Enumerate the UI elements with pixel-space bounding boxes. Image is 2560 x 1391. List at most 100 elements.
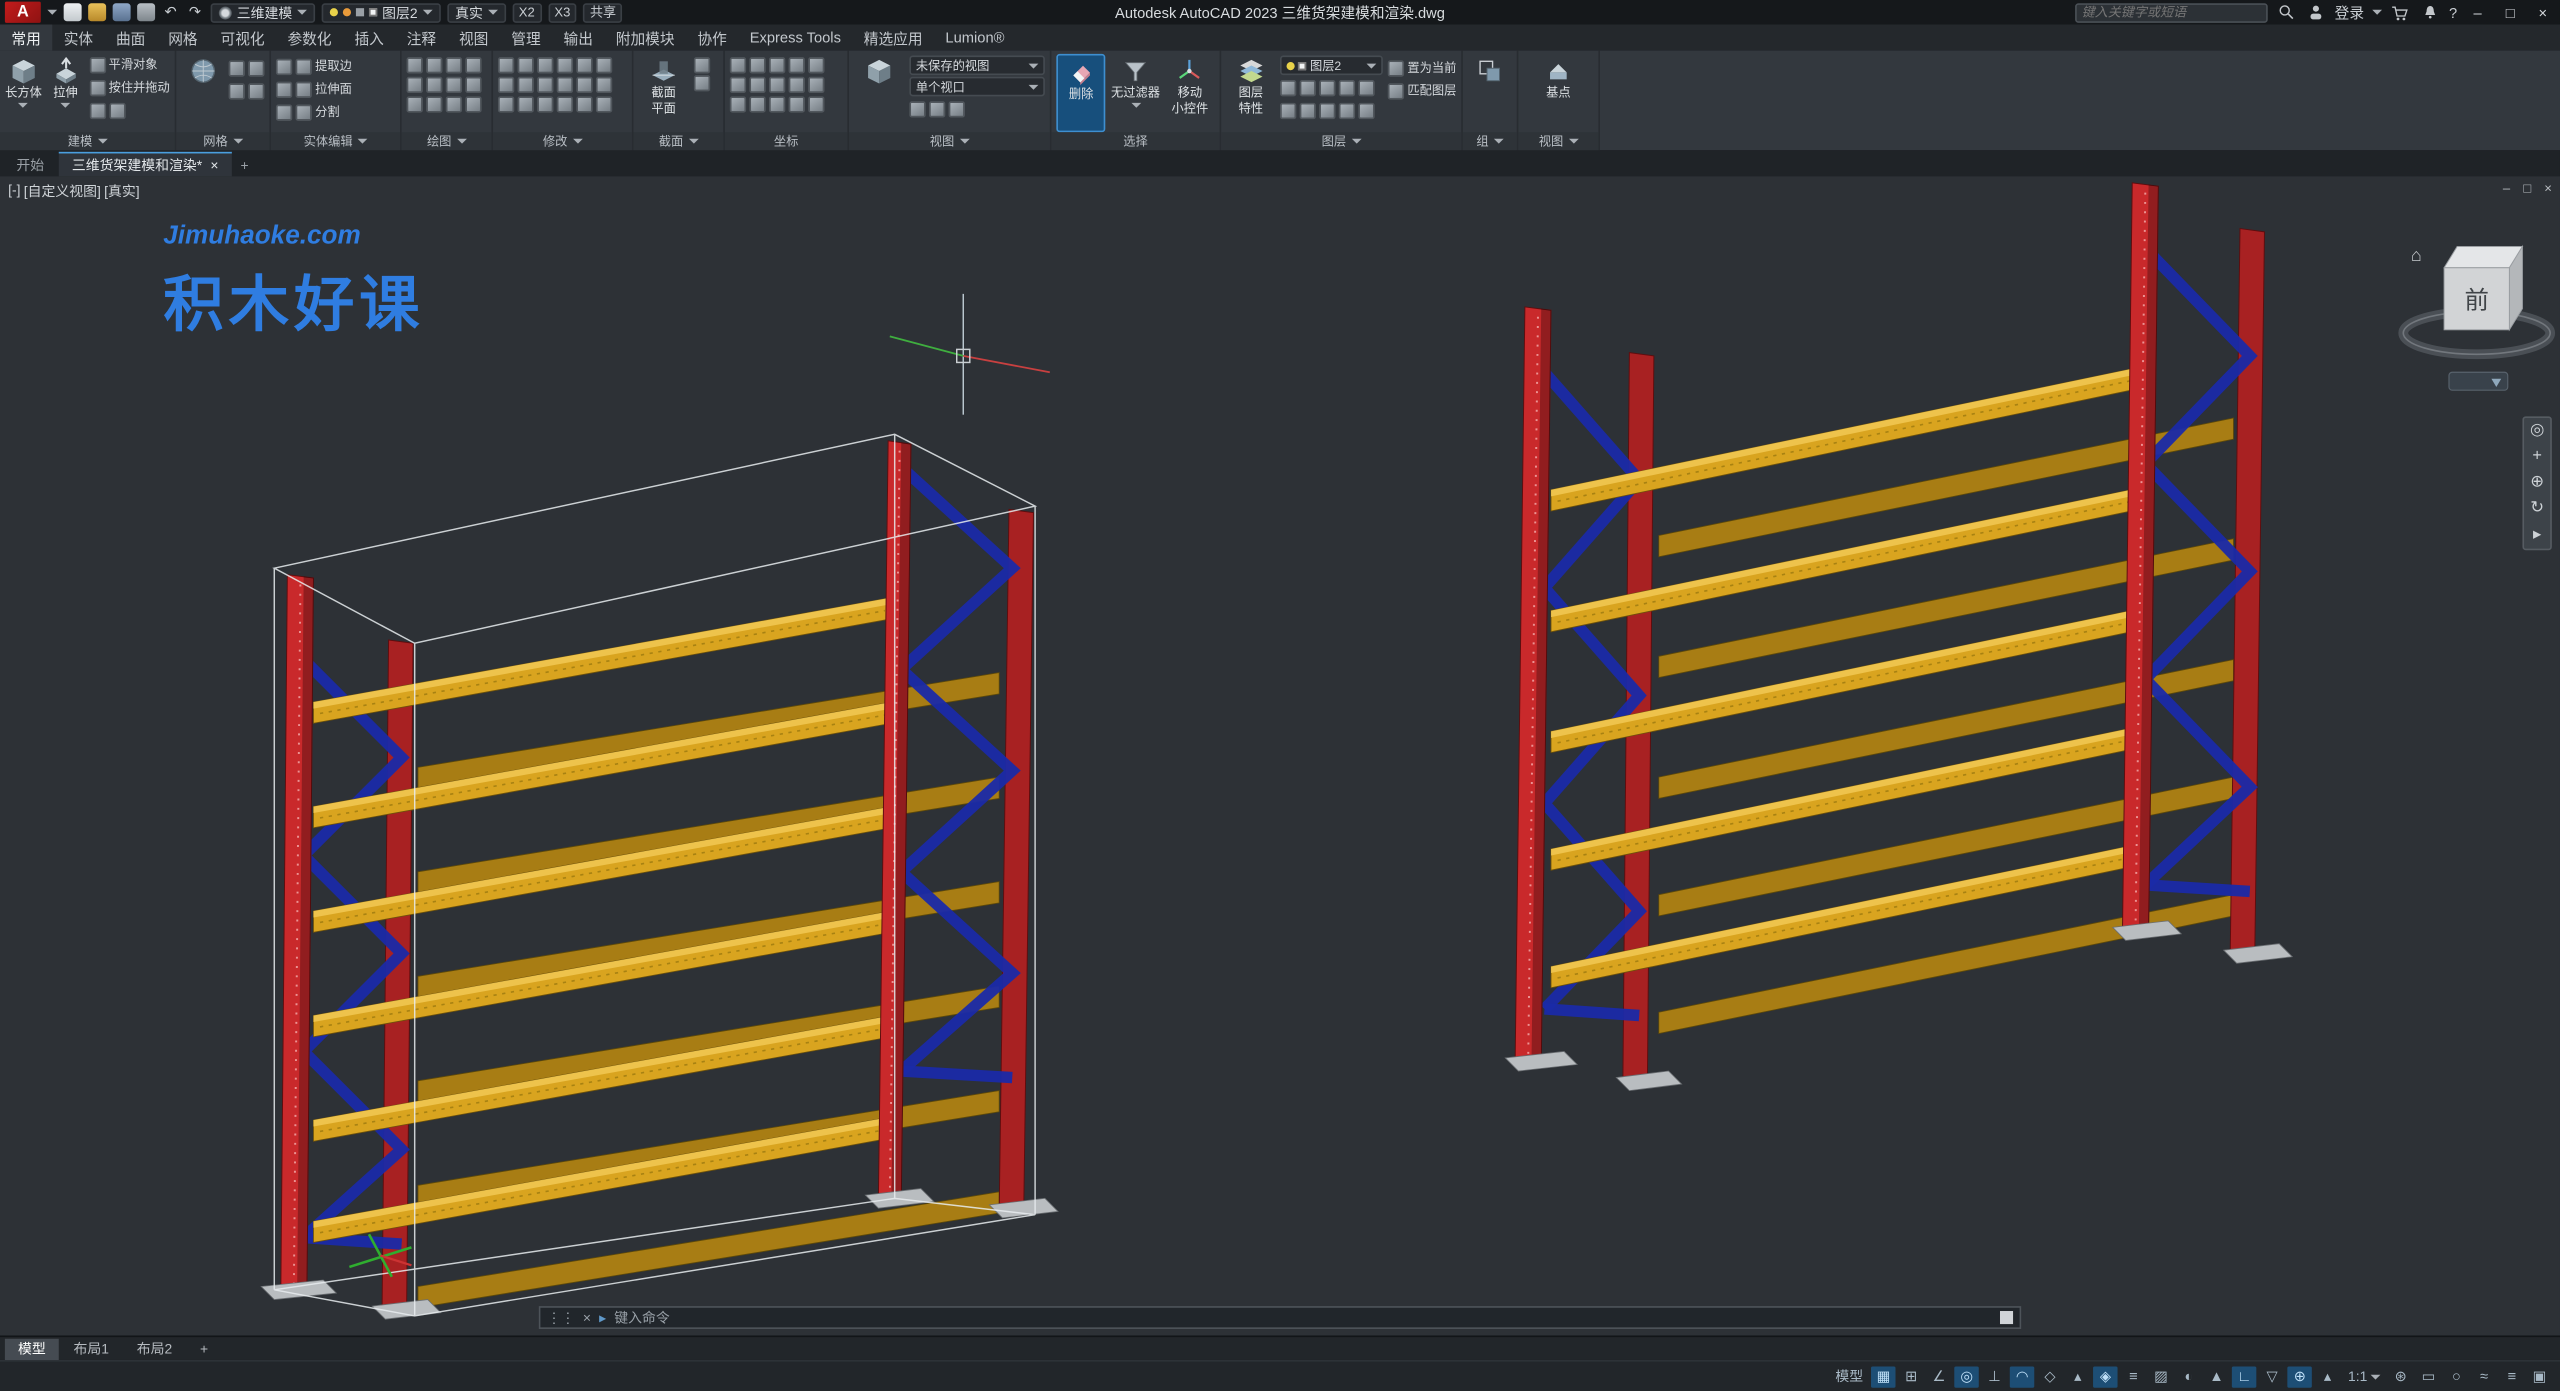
move-icon[interactable] <box>498 57 514 73</box>
polysolid-icon[interactable] <box>89 102 105 118</box>
layout-tab-2[interactable]: 布局2 <box>124 1338 186 1359</box>
dynamic-ucs-icon[interactable]: ∟ <box>2232 1366 2256 1387</box>
arc-icon[interactable] <box>465 57 481 73</box>
extrude-button[interactable]: 拉伸 <box>47 54 84 132</box>
signin-person-icon[interactable] <box>2305 2 2326 22</box>
drawing-canvas[interactable]: 前 ⌂ [-] [自定义视图] [真实] – □ × Jimuhaoke.com… <box>0 176 2560 1335</box>
tab-featured-apps[interactable]: 精选应用 <box>852 24 934 50</box>
file-tab-close-icon[interactable]: × <box>210 157 218 173</box>
layer-freeze-icon[interactable] <box>1320 79 1336 95</box>
helix-icon[interactable] <box>446 96 462 112</box>
3d-move-icon[interactable] <box>498 96 514 112</box>
tab-visualize[interactable]: 可视化 <box>209 24 276 50</box>
redo-icon[interactable]: ↷ <box>186 3 204 21</box>
ucs-world-icon[interactable] <box>730 57 746 73</box>
selection-filter-icon[interactable]: ▽ <box>2260 1366 2284 1387</box>
section-plane-button[interactable]: 截面 平面 <box>638 54 689 132</box>
panel-label-solid-editing[interactable]: 实体编辑 <box>271 132 400 150</box>
file-tab-start[interactable]: 开始 <box>3 152 57 176</box>
command-prompt[interactable]: 键入命令 <box>614 1308 670 1328</box>
panel-label-section[interactable]: 截面 <box>633 132 723 150</box>
graphics-performance-icon[interactable]: ≈ <box>2472 1366 2496 1387</box>
panel-label-modeling[interactable]: 建模 <box>0 132 175 150</box>
view-cube-button[interactable] <box>854 54 905 132</box>
transparency-icon[interactable]: ▨ <box>2149 1366 2173 1387</box>
mesh-smooth-button[interactable] <box>181 54 223 132</box>
mesh-crease-icon[interactable] <box>248 60 264 76</box>
rectangle-icon[interactable] <box>407 77 423 93</box>
isolate-objects-icon[interactable]: ○ <box>2444 1366 2468 1387</box>
sweep-icon[interactable] <box>109 102 125 118</box>
scale-icon[interactable] <box>518 77 534 93</box>
interfere-icon[interactable] <box>596 96 612 112</box>
align-icon[interactable] <box>596 77 612 93</box>
ucs-y-icon[interactable] <box>730 96 746 112</box>
circle-icon[interactable] <box>446 57 462 73</box>
selection-filter-dropdown[interactable]: 无过滤器 <box>1111 54 1160 132</box>
command-scroll-handle[interactable] <box>2000 1311 2013 1324</box>
region-icon[interactable] <box>426 96 442 112</box>
tab-home[interactable]: 常用 <box>0 24 52 50</box>
presspull-button[interactable]: 按住并拖动 <box>89 77 170 98</box>
ucs-view-icon[interactable] <box>730 77 746 93</box>
grid-icon[interactable]: ▦ <box>1871 1366 1895 1387</box>
hatch-icon[interactable] <box>446 77 462 93</box>
annotation-visibility-icon[interactable]: ▴ <box>2315 1366 2339 1387</box>
rotate-icon[interactable] <box>518 57 534 73</box>
layer-dropdown[interactable]: 图层2 <box>1281 56 1383 76</box>
search-icon[interactable] <box>2276 2 2297 22</box>
explode-icon[interactable] <box>576 77 592 93</box>
live-section-icon[interactable] <box>694 57 710 73</box>
ucs-previous-icon[interactable] <box>769 57 785 73</box>
drawing-minimize-icon[interactable]: – <box>2503 181 2510 196</box>
mesh-smooth-less-icon[interactable] <box>248 82 264 98</box>
macro-x3-button[interactable]: X3 <box>548 2 577 22</box>
fillet-icon[interactable] <box>557 57 573 73</box>
tab-express-tools[interactable]: Express Tools <box>738 24 852 50</box>
layout-tab-1[interactable]: 布局1 <box>60 1338 122 1359</box>
new-layout-button[interactable]: + <box>187 1338 221 1359</box>
tab-view[interactable]: 视图 <box>448 24 500 50</box>
undo-icon[interactable]: ↶ <box>162 3 180 21</box>
viewport-menu-button[interactable]: [-] <box>8 181 20 201</box>
polar-tracking-icon[interactable]: ◠ <box>2010 1366 2034 1387</box>
viewcube-home-icon[interactable]: ⌂ <box>2411 245 2422 265</box>
macro-x2-button[interactable]: X2 <box>512 2 541 22</box>
stretch-icon[interactable] <box>498 77 514 93</box>
ucs-x-icon[interactable] <box>808 77 824 93</box>
tab-parametric[interactable]: 参数化 <box>276 24 343 50</box>
file-tab-document[interactable]: 三维货架建模和渲染* × <box>59 152 232 176</box>
ortho-icon[interactable]: ⊥ <box>1982 1366 2006 1387</box>
tab-annotate[interactable]: 注释 <box>395 24 447 50</box>
viewport-view-button[interactable]: [自定义视图] <box>24 181 101 201</box>
app-menu-caret-icon[interactable] <box>47 10 57 15</box>
ucs-icon[interactable] <box>749 57 765 73</box>
match-layer-button[interactable]: 匹配图层 <box>1388 80 1457 101</box>
layout-tab-model[interactable]: 模型 <box>5 1338 59 1359</box>
ucs-settings-icon[interactable] <box>808 96 824 112</box>
3d-align-icon[interactable] <box>557 96 573 112</box>
tab-output[interactable]: 输出 <box>552 24 604 50</box>
pallet-rack-left[interactable] <box>261 434 1058 1319</box>
new-file-icon[interactable] <box>64 3 82 21</box>
spline-icon[interactable] <box>465 77 481 93</box>
zoom-icon[interactable]: ⊕ <box>2530 475 2544 491</box>
erase-button[interactable]: 删除 <box>1056 54 1106 132</box>
tab-manage[interactable]: 管理 <box>500 24 552 50</box>
extract-edges-button[interactable]: 提取边 <box>276 56 352 77</box>
layer-unlock-icon[interactable] <box>1359 79 1375 95</box>
signin-caret-icon[interactable] <box>2372 10 2382 15</box>
open-file-icon[interactable] <box>88 3 106 21</box>
viewport-new-icon[interactable] <box>949 100 965 116</box>
layer-lock-icon[interactable] <box>1339 79 1355 95</box>
tab-solid[interactable]: 实体 <box>52 24 104 50</box>
3d-rotate-icon[interactable] <box>518 96 534 112</box>
panel-label-layers[interactable]: 图层 <box>1221 132 1461 150</box>
ellipse-icon[interactable] <box>426 77 442 93</box>
pan-icon[interactable]: + <box>2532 449 2542 465</box>
tab-mesh[interactable]: 网格 <box>157 24 209 50</box>
maximize-button[interactable]: □ <box>2498 4 2522 20</box>
polyline-icon[interactable] <box>426 57 442 73</box>
3d-osnap-icon[interactable]: ▲ <box>2204 1366 2228 1387</box>
navigation-wheel-icon[interactable]: ◎ <box>2530 423 2544 439</box>
